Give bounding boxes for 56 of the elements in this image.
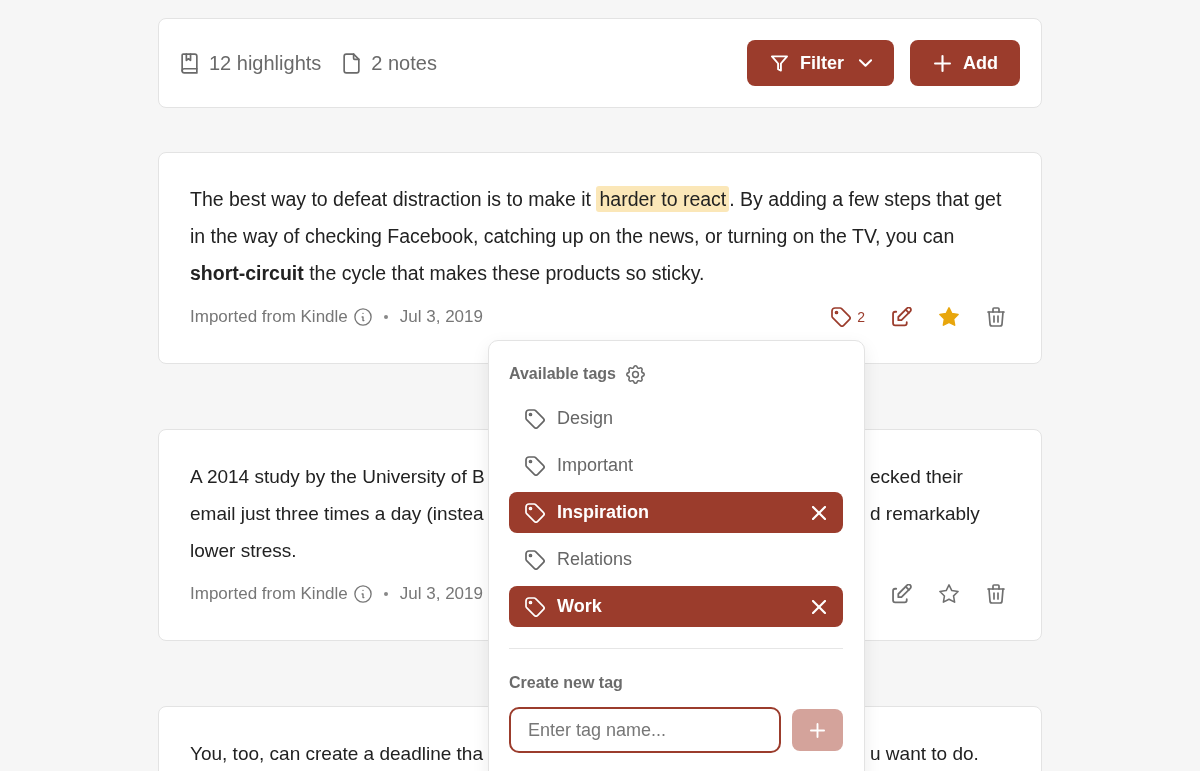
info-icon[interactable] <box>353 308 372 326</box>
stat-label: 2 notes <box>371 51 437 75</box>
funnel-icon <box>771 54 788 72</box>
chevron-down-icon <box>859 59 872 67</box>
delete-button[interactable] <box>986 584 1006 604</box>
close-icon[interactable] <box>812 599 826 614</box>
tag-option[interactable]: Important <box>509 445 843 486</box>
tag-icon <box>525 502 545 523</box>
trash-icon <box>986 584 1006 604</box>
star-button[interactable] <box>939 584 959 604</box>
filter-button[interactable]: Filter <box>747 40 894 86</box>
stat-label: 12 highlights <box>209 51 322 75</box>
tag-option[interactable]: Design <box>509 398 843 439</box>
tag-icon <box>525 455 545 476</box>
date-label: Jul 3, 2019 <box>399 307 483 327</box>
tag-icon <box>525 549 545 570</box>
highlight-text: ecked their <box>870 465 963 488</box>
file-icon <box>343 52 361 74</box>
settings-icon[interactable] <box>626 364 645 384</box>
plus-icon <box>934 54 951 72</box>
star-icon <box>939 307 959 327</box>
edit-button[interactable] <box>892 584 912 604</box>
star-button[interactable] <box>939 307 959 327</box>
create-tag-label: Create new tag <box>509 673 623 693</box>
star-icon <box>939 584 959 604</box>
pencil-square-icon <box>892 584 912 604</box>
source-label: Imported from Kindle <box>190 307 348 327</box>
highlight-text: d remarkably <box>870 502 980 525</box>
highlight-text: A 2014 study by the University of B <box>190 465 485 488</box>
plus-icon <box>810 722 826 738</box>
edit-button[interactable] <box>892 307 912 327</box>
highlight-text: You, too, can create a deadline tha <box>190 742 483 765</box>
delete-button[interactable] <box>986 307 1006 327</box>
tag-option[interactable]: Relations <box>509 539 843 580</box>
book-icon <box>181 52 198 74</box>
tag-name-input[interactable]: Enter tag name... <box>509 707 782 753</box>
tag-option[interactable]: Inspiration <box>509 492 843 533</box>
close-icon[interactable] <box>812 505 826 520</box>
highlight-text: lower stress. <box>190 539 297 562</box>
date-label: Jul 3, 2019 <box>399 584 483 604</box>
highlight-text: The best way to defeat distraction is to make it harder to react. By adding a few steps that get in the way of checking Facebook, catching up on the news, or turning on the TV, you can short-circuit the cycle that makes these products so sticky. <box>190 185 1003 286</box>
menu-heading: Available tags <box>509 364 616 384</box>
pencil-square-icon <box>892 307 912 327</box>
tag-icon <box>525 596 545 617</box>
tag-icon <box>525 408 545 429</box>
info-icon[interactable] <box>353 585 372 603</box>
dot-icon <box>383 315 388 319</box>
tag-icon <box>831 307 852 327</box>
add-button[interactable]: Add <box>910 40 1020 86</box>
tag-option[interactable]: Work <box>509 586 843 627</box>
dot-icon <box>383 592 388 596</box>
source-label: Imported from Kindle <box>190 584 348 604</box>
highlight-text: u want to do. <box>870 742 979 765</box>
highlight-text: email just three times a day (instea <box>190 502 484 525</box>
trash-icon <box>986 307 1006 327</box>
tag-button[interactable]: 2 <box>831 307 865 327</box>
